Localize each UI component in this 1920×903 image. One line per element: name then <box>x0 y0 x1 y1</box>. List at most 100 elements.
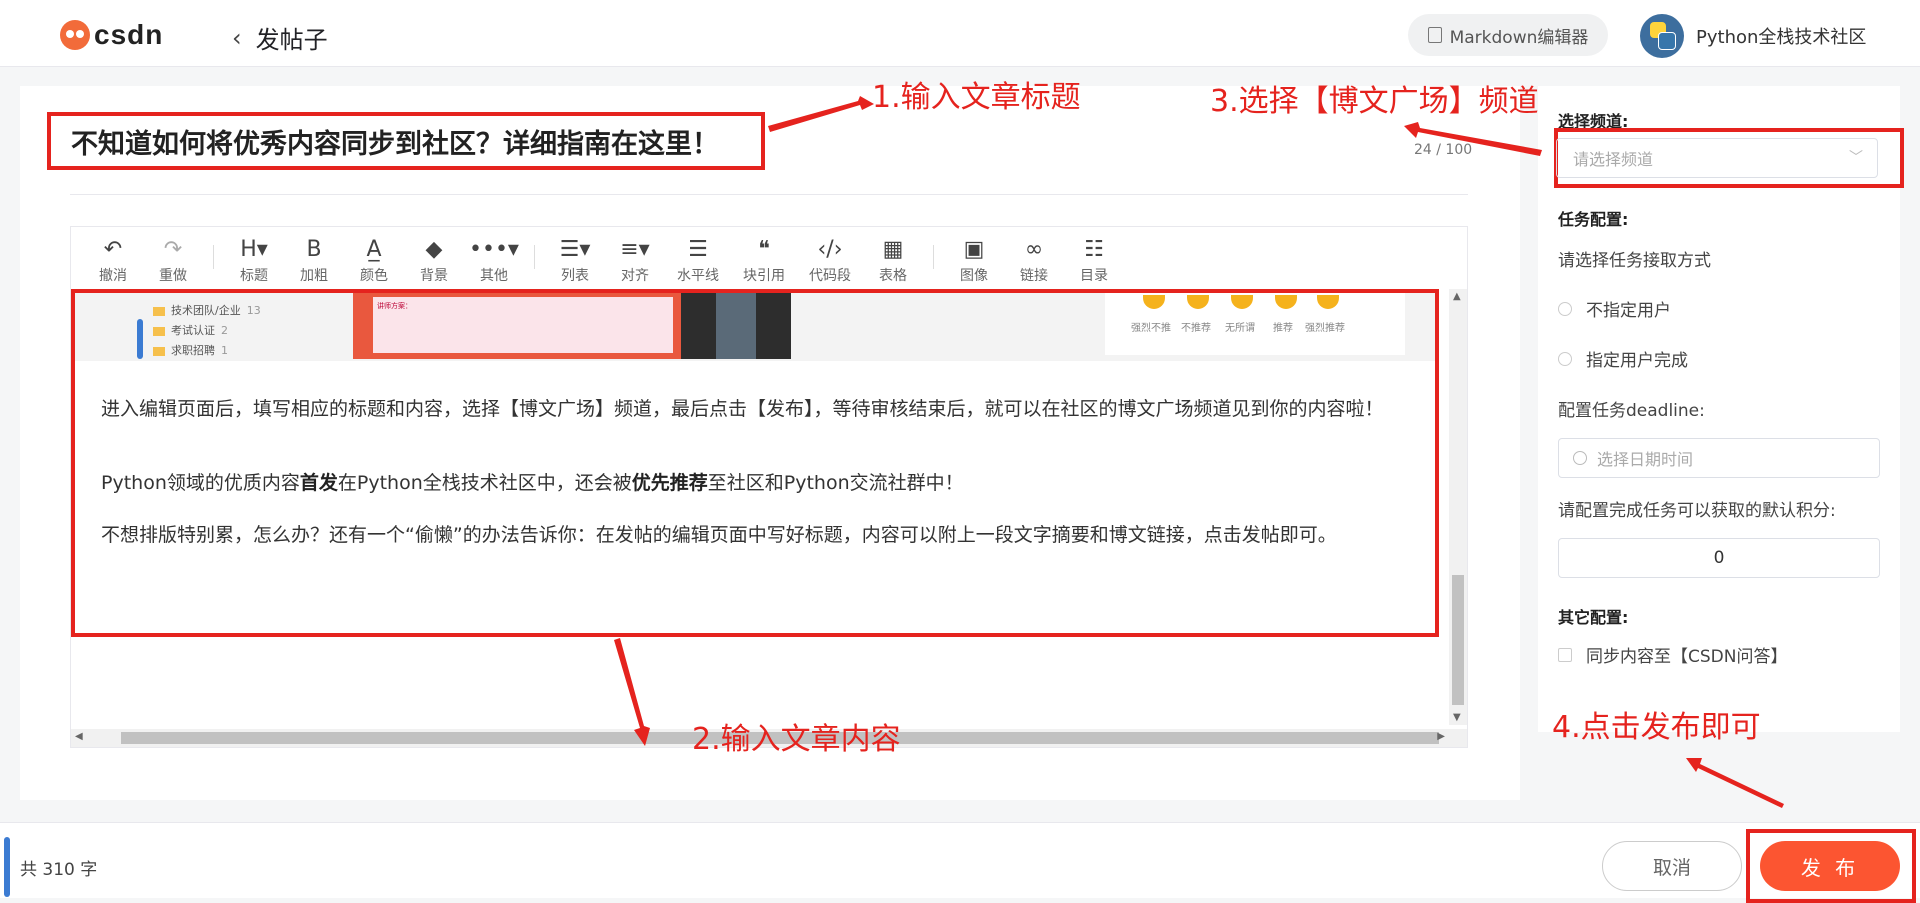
horizontal-rule-icon: ☰ <box>688 237 708 262</box>
toolbar-label: 重做 <box>159 268 187 284</box>
toolbar-background[interactable]: ◆ 背景 <box>404 227 464 285</box>
category-tree: 技术团队/企业 13 考试认证 2 求职招聘 1 <box>135 301 261 361</box>
radio-label: 指定用户完成 <box>1586 351 1688 371</box>
text-run: 至社区和Python交流社群中！ <box>707 472 964 494</box>
toolbar-quote[interactable]: ❝ 块引用 <box>731 227 797 285</box>
annotation-step4: 4.点击发布即可 <box>1552 710 1761 745</box>
radio-assigned[interactable]: 指定用户完成 <box>1558 346 1688 371</box>
emoji-icon <box>1231 295 1253 309</box>
bold-text: 优先推荐 <box>631 472 708 494</box>
toolbar-separator <box>213 245 214 269</box>
points-input[interactable]: 0 <box>1558 538 1880 578</box>
code-icon: ‹/› <box>817 237 843 262</box>
emoji-label: 不推荐 <box>1181 323 1211 334</box>
tree-count: 2 <box>221 324 228 337</box>
toolbar-label: 链接 <box>1020 268 1048 284</box>
top-bar: csdn ‹ 发帖子 Markdown编辑器 Python全栈技术社区 <box>0 0 1920 67</box>
folder-icon <box>153 306 165 316</box>
scroll-left-icon[interactable]: ◀ <box>75 731 83 742</box>
toolbar-link[interactable]: ∞ 链接 <box>1004 227 1064 285</box>
csdn-logo[interactable]: csdn <box>60 19 163 50</box>
emoji-label: 强烈不推 <box>1131 323 1171 334</box>
embedded-screenshot: 技术团队/企业 13 考试认证 2 求职招聘 1 讲师方案： 强烈不推 不推荐 无所谓… <box>75 293 1435 361</box>
more-icon: •••▾ <box>469 237 519 262</box>
background-color-icon: ◆ <box>425 237 443 262</box>
emoji-icon <box>1187 295 1209 309</box>
redo-icon: ↷ <box>163 237 183 262</box>
heading-icon: H▾ <box>240 237 268 262</box>
title-counter: 24 / 100 <box>1414 142 1473 158</box>
deadline-placeholder: 选择日期时间 <box>1597 450 1694 469</box>
checkbox-icon <box>1558 647 1572 662</box>
bold-icon: B <box>306 237 322 262</box>
toolbar-label: 对齐 <box>621 268 649 284</box>
toolbar-align[interactable]: ≡▾ 对齐 <box>605 227 665 285</box>
checkbox-label: 同步内容至【CSDN问答】 <box>1586 647 1788 667</box>
markdown-editor-button[interactable]: Markdown编辑器 <box>1408 14 1608 56</box>
toolbar-horizontal-rule[interactable]: ☰ 水平线 <box>665 227 731 285</box>
course-poster-image: 讲师方案： <box>353 293 791 359</box>
channel-select[interactable]: 请选择频道 ﹀ <box>1556 138 1878 178</box>
toolbar-code[interactable]: ‹/› 代码段 <box>797 227 863 285</box>
article-title: 不知道如何将优秀内容同步到社区？详细指南在这里！ <box>71 128 719 160</box>
emoji-icon <box>1143 295 1165 309</box>
channel-placeholder: 请选择频道 <box>1573 150 1654 169</box>
tree-item: 技术团队/企业 <box>171 304 241 317</box>
undo-icon: ↶ <box>103 237 123 262</box>
cancel-button[interactable]: 取消 <box>1602 841 1742 891</box>
radio-icon <box>1558 301 1572 316</box>
toolbar-list[interactable]: ☰▾ 列表 <box>545 227 605 285</box>
toolbar-bold[interactable]: B 加粗 <box>284 227 344 285</box>
deadline-input[interactable]: 选择日期时间 <box>1558 438 1880 478</box>
tree-item: 求职招聘 <box>171 344 215 357</box>
toolbar-label: 背景 <box>420 268 448 284</box>
word-count: 共 310 字 <box>20 860 98 880</box>
page-title: 发帖子 <box>255 26 328 54</box>
footer-bar: 共 310 字 取消 发 布 <box>0 822 1920 903</box>
toolbar-undo[interactable]: ↶ 撤消 <box>83 227 143 285</box>
table-icon: ▦ <box>882 237 904 262</box>
image-icon: ▣ <box>963 237 985 262</box>
emoji-label: 无所谓 <box>1225 323 1255 334</box>
publish-button[interactable]: 发 布 <box>1760 841 1900 891</box>
toolbar-toc[interactable]: ☷ 目录 <box>1064 227 1124 285</box>
toolbar-image[interactable]: ▣ 图像 <box>944 227 1004 285</box>
text-run: Python领域的优质内容 <box>101 472 300 494</box>
toolbar-separator <box>534 245 535 269</box>
annotation-step3: 3.选择【博文广场】频道 <box>1210 84 1539 119</box>
document-icon <box>1427 27 1442 43</box>
toolbar-label: 加粗 <box>300 268 328 284</box>
arrow-to-publish <box>1686 758 1784 808</box>
toolbar-table[interactable]: ▦ 表格 <box>863 227 923 285</box>
toolbar-label: 代码段 <box>809 268 851 284</box>
vertical-scrollbar[interactable]: ▲ ▼ <box>1449 289 1467 725</box>
title-divider <box>70 194 1468 195</box>
radio-unassigned[interactable]: 不指定用户 <box>1558 296 1671 321</box>
quote-icon: ❝ <box>758 237 770 262</box>
radio-label: 不指定用户 <box>1586 301 1671 321</box>
scroll-up-icon[interactable]: ▲ <box>1453 291 1461 302</box>
rating-emojis: 强烈不推 不推荐 无所谓 推荐 强烈推荐 <box>1105 293 1405 355</box>
back-button[interactable]: ‹ 发帖子 <box>232 20 328 55</box>
toolbar-more[interactable]: •••▾ 其他 <box>464 227 524 285</box>
scroll-thumb[interactable] <box>1452 575 1464 705</box>
editor-toolbar: ↶ 撤消 ↷ 重做 H▾ 标题 B 加粗 A̲ 颜色 ◆ 背景 •••▾ 其他 ☰▾ 列表 ≡▾… <box>71 227 1467 289</box>
annotation-step1: 1.输入文章标题 <box>872 80 1081 115</box>
emoji-icon <box>1275 295 1297 309</box>
sync-checkbox[interactable]: 同步内容至【CSDN问答】 <box>1558 642 1787 667</box>
paragraph: Python领域的优质内容首发在Python全栈技术社区中，还会被优先推荐至社区… <box>101 467 1401 499</box>
toolbar-label: 标题 <box>240 268 268 284</box>
toolbar-heading[interactable]: H▾ 标题 <box>224 227 284 285</box>
folder-icon <box>153 346 165 356</box>
content-area[interactable]: 技术团队/企业 13 考试认证 2 求职招聘 1 讲师方案： 强烈不推 不推荐 无所谓… <box>71 289 1439 637</box>
scroll-down-icon[interactable]: ▼ <box>1453 712 1461 723</box>
thermometer-icon <box>4 837 10 897</box>
toolbar-redo[interactable]: ↷ 重做 <box>143 227 203 285</box>
toolbar-font-color[interactable]: A̲ 颜色 <box>344 227 404 285</box>
title-input[interactable]: 不知道如何将优秀内容同步到社区？详细指南在这里！ <box>47 112 765 170</box>
chevron-down-icon: ﹀ <box>1849 150 1863 166</box>
toolbar-label: 其他 <box>480 268 508 284</box>
community-selector[interactable]: Python全栈技术社区 <box>1640 14 1866 58</box>
rich-text-editor: ↶ 撤消 ↷ 重做 H▾ 标题 B 加粗 A̲ 颜色 ◆ 背景 •••▾ 其他 ☰▾ 列表 ≡▾… <box>70 226 1468 748</box>
scroll-right-icon[interactable]: ▶ <box>1437 731 1445 742</box>
